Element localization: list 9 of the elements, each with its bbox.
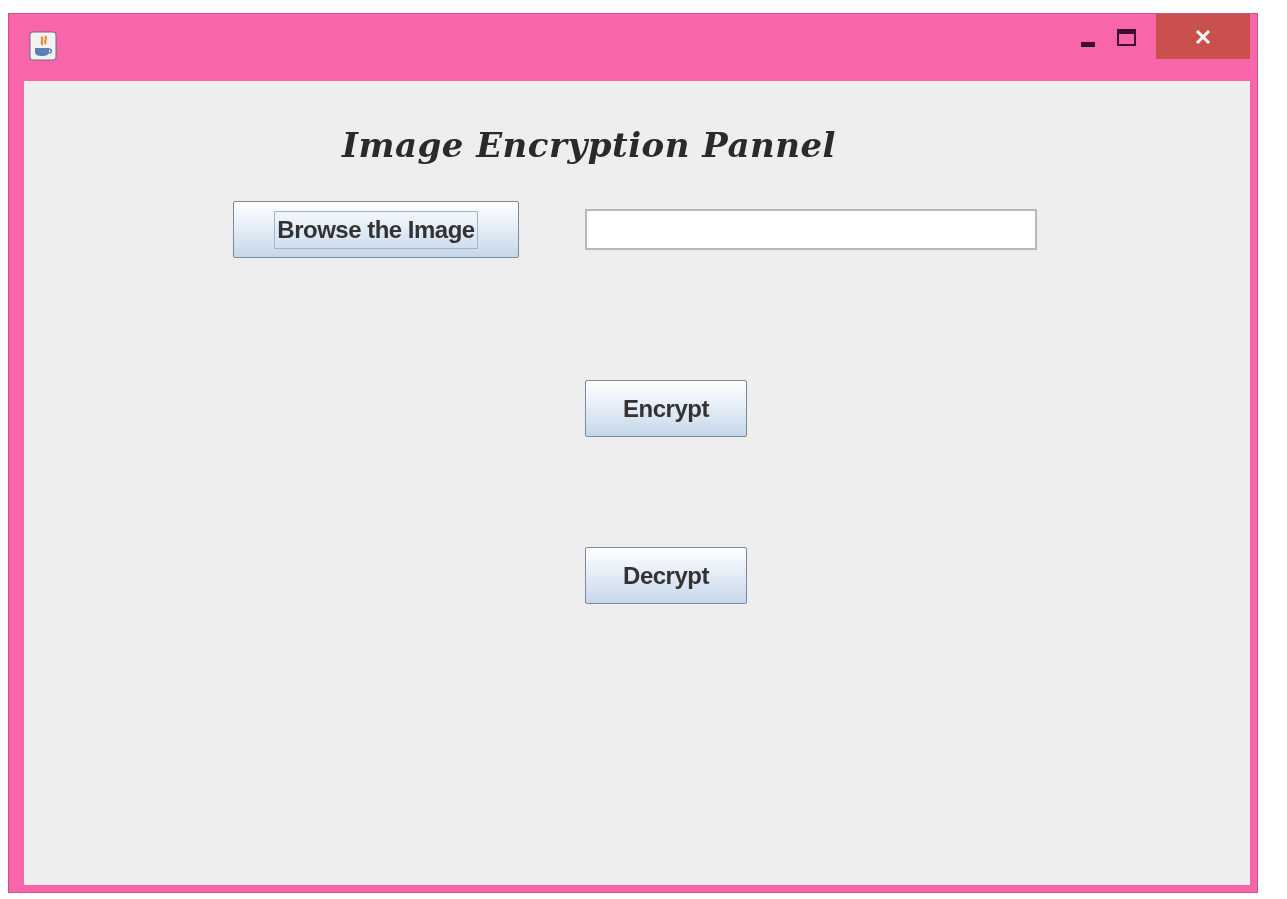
file-path-field[interactable] [585,209,1037,250]
java-app-icon [29,31,57,61]
decrypt-button[interactable]: Decrypt [585,547,747,604]
close-button[interactable] [1156,14,1250,59]
panel-heading: Image Encryption Pannel [342,125,836,165]
close-icon [1195,28,1211,45]
encrypt-button[interactable]: Encrypt [585,380,747,437]
browse-button[interactable]: Browse the Image [233,201,519,258]
maximize-icon[interactable] [1117,29,1136,46]
